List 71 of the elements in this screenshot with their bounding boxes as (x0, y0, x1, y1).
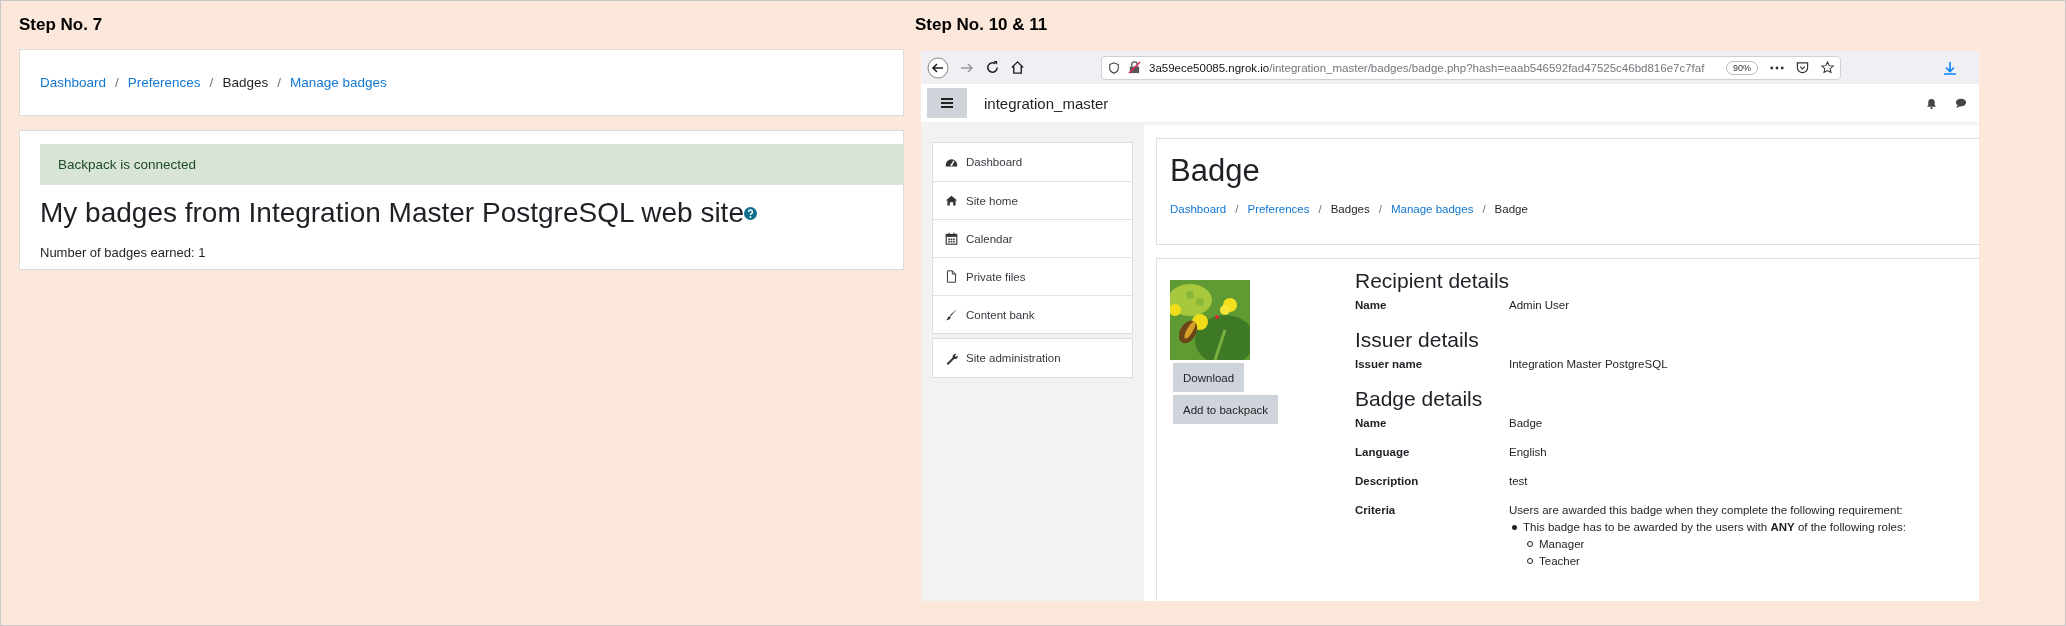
field-label: Issuer name (1355, 358, 1424, 372)
nav-item[interactable]: Site administration (933, 339, 1132, 377)
requirement-text: This badge has to be awarded by the users with ANY of the following roles: (1523, 521, 1906, 533)
breadcrumb-link[interactable]: Manage badges (1390, 203, 1474, 215)
lock-icon (1128, 61, 1141, 74)
field-value: test (1509, 475, 1528, 489)
breadcrumb-separator: / (115, 75, 119, 90)
field-value: Admin User (1509, 299, 1570, 313)
breadcrumb-item: Badges (222, 75, 269, 90)
download-button[interactable]: Download (1173, 363, 1245, 392)
site-name[interactable]: integration_master (984, 94, 1109, 112)
breadcrumb-separator: / (1378, 203, 1382, 215)
chat-icon (1955, 97, 1967, 109)
criteria-text: Users are awarded this badge when they complete the following requirement: (1509, 504, 1904, 516)
reload-icon (985, 60, 1000, 75)
breadcrumb-item: Badge (1494, 203, 1528, 215)
home-icon (1010, 60, 1025, 75)
breadcrumb-link[interactable]: Preferences (127, 75, 201, 90)
nav-item[interactable]: Dashboard (933, 143, 1132, 181)
role-name: Manager (1539, 538, 1585, 550)
breadcrumb-separator: / (277, 75, 281, 90)
field-label: Criteria (1355, 504, 1397, 518)
breadcrumb-separator: / (1482, 203, 1486, 215)
breadcrumb-link[interactable]: Manage badges (289, 75, 387, 90)
role-name: Teacher (1539, 555, 1580, 567)
field-value: Integration Master PostgreSQL (1509, 358, 1668, 372)
calendar-icon (945, 232, 958, 245)
pocket-icon (1796, 61, 1809, 74)
menu-button[interactable] (927, 88, 967, 118)
file-icon (945, 270, 958, 283)
backpack-button[interactable]: Add to backpack (1173, 395, 1279, 424)
url-text: 3a59ece50085.ngrok.io/integration_master/badges/badge.php?hash=eaab546592fad47525c46bd816e7c7faf (1149, 61, 1705, 74)
nav-item[interactable]: Content bank (933, 295, 1132, 333)
star-icon (1821, 61, 1834, 74)
breadcrumb-separator: / (1235, 203, 1239, 215)
step-label: Step No. 7 (19, 14, 104, 36)
shield-icon (1108, 61, 1120, 74)
breadcrumb-link[interactable]: Preferences (1247, 203, 1310, 215)
breadcrumb-separator: / (1318, 203, 1322, 215)
nav-item[interactable]: Private files (933, 257, 1132, 295)
back-icon (927, 56, 949, 79)
alert-message: Backpack is connected (40, 144, 903, 185)
nav-item[interactable]: Calendar (933, 219, 1132, 257)
page-title: My badges from Integration Master PostgreSQL web site (40, 197, 744, 229)
breadcrumb-separator: / (209, 75, 214, 90)
wrench-icon (945, 351, 958, 365)
field-value: English (1509, 446, 1547, 460)
breadcrumb-item: Badges (1330, 203, 1370, 215)
section-heading: Issuer details (1355, 327, 1480, 353)
breadcrumb-link[interactable]: Dashboard (40, 75, 107, 90)
address-bar[interactable]: 3a59ece50085.ngrok.io/integration_master/badges/badge.php?hash=eaab546592fad47525c46bd816e7c7faf 90% (1101, 55, 1841, 80)
bell-icon (1926, 97, 1937, 109)
nav-item[interactable]: Site home (933, 181, 1132, 219)
brush-icon (945, 308, 958, 321)
section-heading: Recipient details (1355, 268, 1511, 294)
more-icon (1770, 65, 1784, 70)
home-icon (945, 194, 958, 207)
section-heading: Badge details (1355, 386, 1484, 412)
field-label: Language (1355, 446, 1411, 460)
help-icon (743, 206, 757, 220)
step-label: Step No. 10 & 11 (915, 14, 1049, 36)
badge-count: Number of badges earned: 1 (40, 245, 207, 260)
field-label: Name (1355, 299, 1388, 313)
field-value: Badge (1509, 417, 1543, 431)
field-label: Description (1355, 475, 1420, 489)
field-label: Name (1355, 417, 1388, 431)
bullet-icon (1512, 524, 1517, 530)
page-title: Badge (1170, 153, 1260, 189)
download-icon (1943, 60, 1957, 75)
menu-icon (941, 98, 953, 108)
breadcrumb-link[interactable]: Dashboard (1170, 203, 1227, 215)
